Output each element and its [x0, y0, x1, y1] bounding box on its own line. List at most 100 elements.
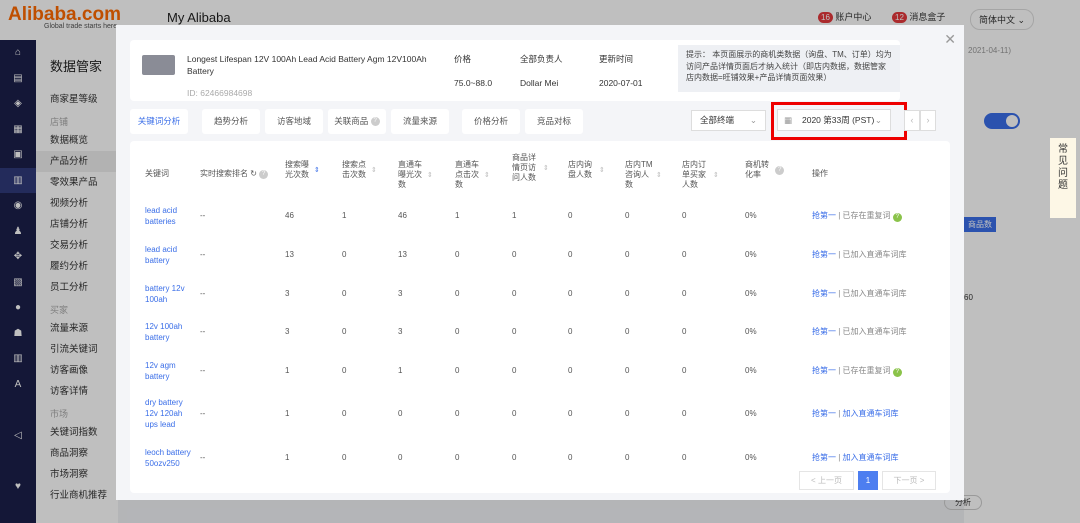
- column-header[interactable]: 关键词: [145, 169, 205, 179]
- value-cell: 46: [398, 211, 407, 220]
- value-cell: 0: [625, 409, 630, 418]
- value-cell: 0: [568, 250, 573, 259]
- sort-icon[interactable]: ⇕: [427, 172, 433, 179]
- value-cell: 13: [398, 250, 407, 259]
- sort-icon[interactable]: ⇕: [656, 172, 662, 179]
- grab-first-link[interactable]: 抢第一: [812, 409, 836, 418]
- value-cell: 0: [512, 289, 517, 298]
- column-header[interactable]: 店内订单买家人数⇕: [682, 160, 732, 190]
- column-header[interactable]: 商机转化率 ?: [745, 160, 795, 180]
- value-cell: 0: [455, 453, 460, 462]
- keyword-link[interactable]: leoch battery 50ozv250: [145, 447, 197, 469]
- tab-1[interactable]: 趋势分析: [202, 109, 260, 134]
- keyword-link[interactable]: 12v agm battery: [145, 360, 197, 382]
- next-page-button[interactable]: 下一页 >: [882, 471, 936, 490]
- value-cell: 46: [285, 211, 294, 220]
- value-cell: 0: [342, 366, 347, 375]
- value-cell: 0: [512, 250, 517, 259]
- column-header[interactable]: 搜索点击次数 ⇕: [342, 160, 390, 180]
- rank-cell: --: [200, 211, 206, 220]
- grab-first-link[interactable]: 抢第一: [812, 211, 836, 220]
- column-header[interactable]: 店内询盘人数 ⇕: [568, 160, 618, 180]
- value-cell: 0: [455, 250, 460, 259]
- value-cell: 0: [682, 327, 687, 336]
- column-header[interactable]: 直通车点击次数⇕: [455, 160, 503, 190]
- value-cell: 1: [285, 453, 290, 462]
- value-cell: 1: [512, 211, 517, 220]
- tab-6[interactable]: 竞品对标: [525, 109, 583, 134]
- tab-0[interactable]: 关键词分析: [130, 109, 188, 134]
- highlight-box: [771, 102, 907, 140]
- sort-icon[interactable]: ⇕: [314, 167, 320, 174]
- value-cell: 0: [512, 453, 517, 462]
- help-icon[interactable]: ?: [892, 368, 902, 377]
- grab-first-link[interactable]: 抢第一: [812, 289, 836, 298]
- keyword-link[interactable]: lead acid batteries: [145, 205, 197, 227]
- value-cell: 0: [625, 250, 630, 259]
- value-cell: 1: [285, 366, 290, 375]
- rank-cell: --: [200, 366, 206, 375]
- keyword-link[interactable]: dry battery 12v 120ah ups lead: [145, 397, 197, 430]
- value-cell: 0: [342, 453, 347, 462]
- rank-cell: --: [200, 250, 206, 259]
- value-cell: 0%: [745, 327, 757, 336]
- value-cell: 0: [625, 327, 630, 336]
- close-icon[interactable]: ✕: [944, 31, 956, 48]
- grab-first-link[interactable]: 抢第一: [812, 250, 836, 259]
- column-header[interactable]: 直通车曝光次数⇕: [398, 160, 446, 190]
- keyword-table: [130, 141, 950, 493]
- sort-icon[interactable]: ⇕: [599, 167, 605, 174]
- value-cell: 0: [625, 211, 630, 220]
- column-header[interactable]: 搜索曝光次数 ⇕: [285, 160, 333, 180]
- action-cell: 抢第一 | 已加入直通车词库: [812, 289, 907, 298]
- status-text: 已加入直通车词库: [842, 327, 907, 336]
- refresh-icon[interactable]: ↻: [250, 169, 257, 178]
- value-cell: 3: [398, 289, 403, 298]
- price-label: 价格: [454, 54, 472, 64]
- faq-button[interactable]: 常见问题: [1050, 138, 1076, 218]
- value-cell: 13: [285, 250, 294, 259]
- terminal-select[interactable]: 全部终端 ⌄: [691, 110, 766, 131]
- prev-page-button[interactable]: < 上一页: [799, 471, 854, 490]
- value-cell: 0: [625, 289, 630, 298]
- help-icon[interactable]: ?: [892, 213, 902, 222]
- owner-value: Dollar Mei: [520, 78, 559, 88]
- help-icon: ?: [370, 117, 380, 127]
- page-1-button[interactable]: 1: [858, 471, 878, 490]
- value-cell: 0: [455, 327, 460, 336]
- add-to-p4p-link[interactable]: 加入直通车词库: [843, 409, 899, 418]
- value-cell: 0: [682, 211, 687, 220]
- prev-week-button[interactable]: ‹: [904, 110, 920, 131]
- status-text: 已加入直通车词库: [842, 250, 907, 259]
- column-header[interactable]: 店内TM咨询人数⇕: [625, 160, 675, 190]
- value-cell: 0: [625, 453, 630, 462]
- sort-icon[interactable]: ⇕: [484, 172, 490, 179]
- grab-first-link[interactable]: 抢第一: [812, 366, 836, 375]
- value-cell: 1: [455, 211, 460, 220]
- help-icon: ?: [775, 165, 785, 175]
- value-cell: 0: [568, 453, 573, 462]
- column-header[interactable]: 商品详情页访问人数⇕: [512, 153, 562, 183]
- rank-cell: --: [200, 327, 206, 336]
- column-header[interactable]: 操作: [812, 169, 942, 179]
- keyword-link[interactable]: 12v 100ah battery: [145, 321, 197, 343]
- add-to-p4p-link[interactable]: 加入直通车词库: [843, 453, 899, 462]
- next-week-button[interactable]: ›: [920, 110, 936, 131]
- column-header[interactable]: 实时搜索排名 ↻ ?: [200, 169, 290, 179]
- value-cell: 0%: [745, 250, 757, 259]
- tab-5[interactable]: 价格分析: [462, 109, 520, 134]
- sort-icon[interactable]: ⇕: [371, 167, 377, 174]
- keyword-link[interactable]: battery 12v 100ah: [145, 283, 197, 305]
- tab-2[interactable]: 访客地域: [265, 109, 323, 134]
- keyword-link[interactable]: lead acid battery: [145, 244, 197, 266]
- grab-first-link[interactable]: 抢第一: [812, 453, 836, 462]
- sort-icon[interactable]: ⇕: [713, 172, 719, 179]
- sort-icon[interactable]: ⇕: [543, 165, 549, 172]
- owner-label: 全部负责人: [520, 54, 563, 64]
- value-cell: 0: [568, 327, 573, 336]
- tab-3[interactable]: 关联商品 ?: [328, 109, 386, 134]
- tab-4[interactable]: 流量来源: [391, 109, 449, 134]
- grab-first-link[interactable]: 抢第一: [812, 327, 836, 336]
- value-cell: 0: [342, 409, 347, 418]
- value-cell: 0: [455, 289, 460, 298]
